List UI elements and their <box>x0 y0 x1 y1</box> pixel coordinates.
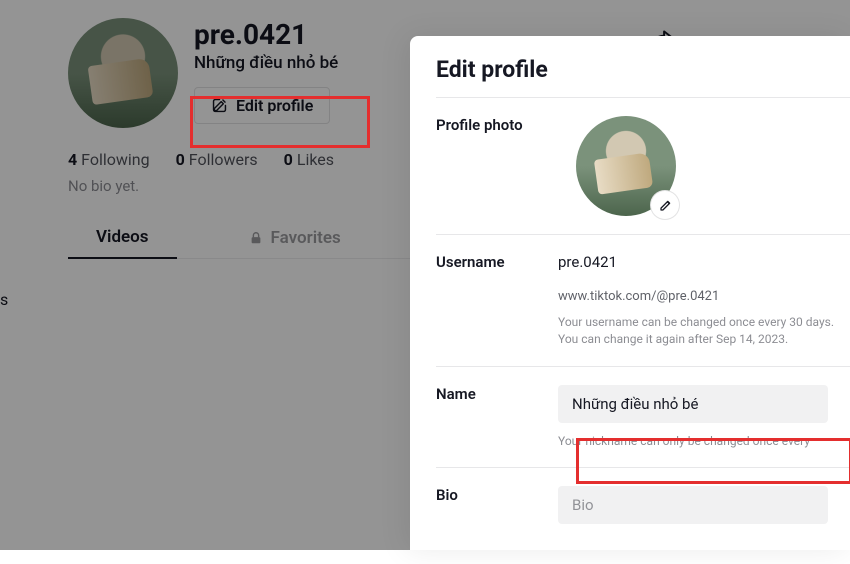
tab-videos[interactable]: Videos <box>68 217 177 259</box>
edit-profile-modal: Edit profile Profile photo Username pre.… <box>410 36 850 550</box>
username-hint: Your username can be changed once every … <box>558 314 850 348</box>
likes-stat[interactable]: 0 Likes <box>284 150 334 169</box>
name-label: Name <box>436 385 558 450</box>
profile-photo-label: Profile photo <box>436 116 558 216</box>
modal-title: Edit profile <box>436 56 850 97</box>
followers-stat[interactable]: 0 Followers <box>176 150 258 169</box>
tab-favorites[interactable]: Favorites <box>221 217 369 258</box>
name-hint: Your nickname can only be changed once e… <box>558 433 850 450</box>
username-url: www.tiktok.com/@pre.0421 <box>558 289 850 304</box>
bio-input[interactable] <box>558 486 828 524</box>
pencil-icon <box>658 198 673 213</box>
profile-avatar[interactable] <box>68 18 178 128</box>
stray-text: s <box>0 290 8 309</box>
username-value[interactable]: pre.0421 <box>558 253 850 271</box>
section-username: Username pre.0421 www.tiktok.com/@pre.04… <box>436 234 850 366</box>
section-profile-photo: Profile photo <box>436 97 850 234</box>
section-name: Name Your nickname can only be changed o… <box>436 366 850 468</box>
lock-icon <box>249 231 263 245</box>
username-label: Username <box>436 253 558 348</box>
following-stat[interactable]: 4 Following <box>68 150 150 169</box>
bio-label: Bio <box>436 486 558 524</box>
name-input[interactable] <box>558 385 828 423</box>
annotation-highlight-edit-button <box>190 96 370 148</box>
edit-avatar-button[interactable] <box>650 190 680 220</box>
